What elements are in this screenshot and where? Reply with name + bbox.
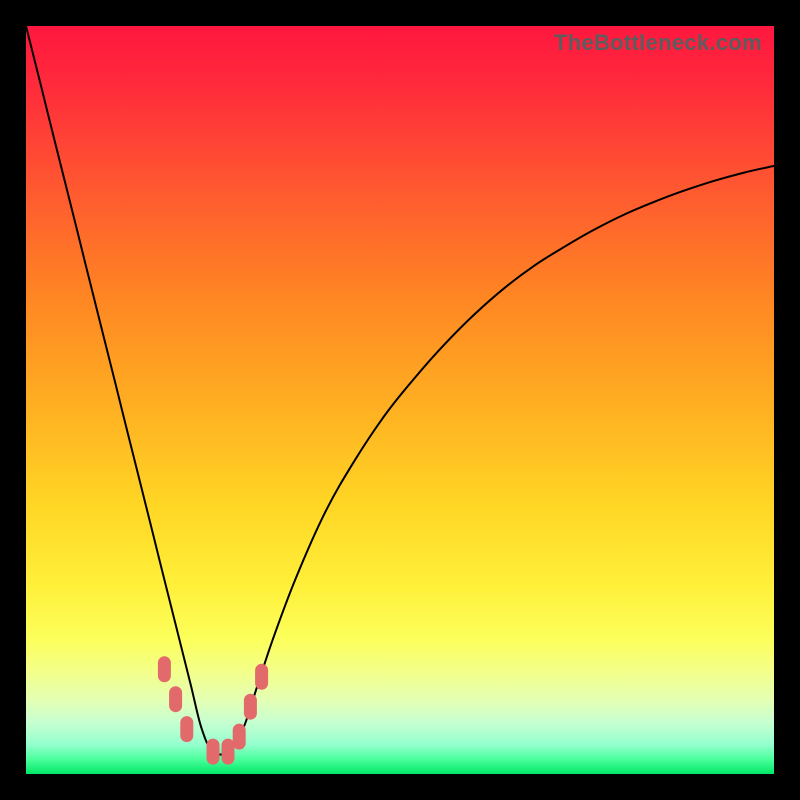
curve-marker	[207, 739, 220, 765]
curve-marker	[233, 724, 246, 750]
curve-marker	[222, 739, 235, 765]
watermark-label: TheBottleneck.com	[554, 30, 762, 56]
bottleneck-curve	[26, 26, 774, 755]
curve-marker	[244, 694, 257, 720]
curve-marker	[180, 716, 193, 742]
marker-group	[158, 656, 268, 764]
curve-marker	[158, 656, 171, 682]
gradient-plot-area: TheBottleneck.com	[26, 26, 774, 774]
curve-marker	[169, 686, 182, 712]
curve-marker	[255, 664, 268, 690]
bottleneck-curve-chart	[26, 26, 774, 774]
